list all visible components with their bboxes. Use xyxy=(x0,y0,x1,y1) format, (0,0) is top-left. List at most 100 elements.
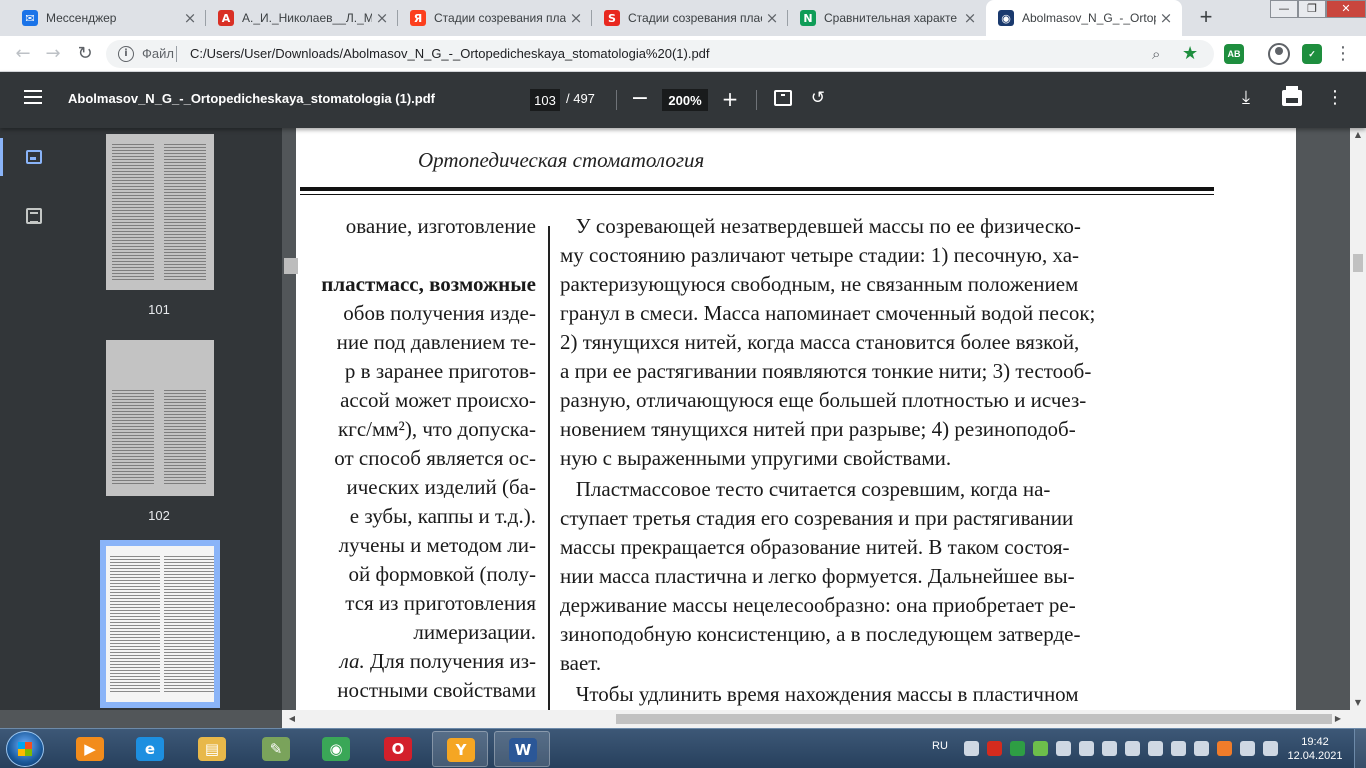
page-number-input[interactable] xyxy=(530,89,560,111)
sidebar-rail xyxy=(0,128,68,710)
word-icon: W xyxy=(509,738,537,762)
taskbar-app[interactable]: Y xyxy=(432,731,488,767)
close-tab-icon[interactable]: × xyxy=(180,9,200,27)
browser-menu-icon[interactable]: ⋮ xyxy=(1334,42,1352,66)
taskbar-app[interactable]: ◉ xyxy=(308,731,364,767)
browser-tab[interactable]: Я Стадии созревания плас × xyxy=(398,0,592,36)
tray-icon[interactable] xyxy=(1033,741,1048,756)
close-tab-icon[interactable]: × xyxy=(372,9,392,27)
browser-tab[interactable]: S Стадии созревания плас × xyxy=(592,0,788,36)
tab-title: Abolmasov_N_G_-_Ortop xyxy=(1022,11,1156,25)
thumbnails-view-icon[interactable] xyxy=(26,150,42,164)
tray-icon[interactable] xyxy=(1194,741,1209,756)
download-icon[interactable]: ⤓ xyxy=(1242,87,1260,109)
clock[interactable]: 19:42 12.04.2021 xyxy=(1282,735,1348,763)
tray-icon[interactable] xyxy=(964,741,979,756)
document-outline-icon[interactable] xyxy=(26,208,42,224)
back-arrow-icon[interactable]: ← xyxy=(10,41,36,67)
sidebar-scroll-thumb[interactable] xyxy=(284,258,298,274)
taskbar-app[interactable]: W xyxy=(494,731,550,767)
close-window-button[interactable]: ✕ xyxy=(1326,0,1366,18)
rotate-icon[interactable]: ↺ xyxy=(808,88,828,108)
info-icon[interactable]: i xyxy=(118,46,134,62)
shield-check-icon[interactable]: ✓ xyxy=(1302,44,1322,64)
taskbar-app[interactable]: ▶ xyxy=(62,731,118,767)
zoom-in-icon[interactable]: + xyxy=(720,88,740,110)
show-desktop-button[interactable] xyxy=(1354,729,1366,768)
scroll-right-icon[interactable]: ▶ xyxy=(1330,712,1346,726)
zoom-out-icon[interactable]: − xyxy=(630,88,650,110)
zoom-magnifier-icon[interactable]: ⌕ xyxy=(1152,45,1160,63)
tray-icon[interactable] xyxy=(1056,741,1071,756)
tray-icon[interactable] xyxy=(1079,741,1094,756)
scroll-down-icon[interactable]: ▼ xyxy=(1350,696,1366,710)
yandex-icon: Я xyxy=(410,10,426,26)
close-tab-icon[interactable]: × xyxy=(566,9,586,27)
tray-icon[interactable] xyxy=(1010,741,1025,756)
browser-tab[interactable]: A А._И._Николаев__Л._М._Ц× xyxy=(206,0,398,36)
tab-title: А._И._Николаев__Л._М._Ц xyxy=(242,11,372,25)
taskbar-app[interactable]: ✎ xyxy=(248,731,304,767)
tray-icon[interactable] xyxy=(1217,741,1232,756)
reload-icon[interactable]: ↻ xyxy=(72,41,98,67)
thumbnail-label: 102 xyxy=(148,508,170,523)
vertical-scroll-thumb[interactable] xyxy=(1353,254,1363,272)
right-column-line: вает. xyxy=(560,651,602,675)
messenger-icon: ✉ xyxy=(22,10,38,26)
left-column-line: обов получения изде- xyxy=(343,301,536,325)
zoom-input[interactable] xyxy=(662,89,708,111)
close-tab-icon[interactable]: × xyxy=(960,9,980,27)
fit-to-page-icon[interactable] xyxy=(774,90,792,106)
tray-icon[interactable] xyxy=(1240,741,1255,756)
browser-tab[interactable]: ✉ Мессенджер × xyxy=(10,0,206,36)
more-actions-icon[interactable]: ⋮ xyxy=(1326,87,1344,109)
close-tab-icon[interactable]: × xyxy=(1156,9,1176,27)
omnibox[interactable]: i Файл C:/Users/User/Downloads/Abolmasov… xyxy=(106,40,1214,68)
sidebar-menu-icon[interactable] xyxy=(24,90,42,106)
pdf-page: Ортопедическая стоматология ование, изго… xyxy=(296,128,1296,710)
right-column-line: 2) тянущихся нитей, когда масса становит… xyxy=(560,330,1080,354)
tray-icon[interactable] xyxy=(987,741,1002,756)
scroll-left-icon[interactable]: ◀ xyxy=(284,712,300,726)
taskbar-app[interactable]: O xyxy=(370,731,426,767)
horizontal-scroll-thumb[interactable] xyxy=(616,714,1332,724)
bookmark-star-icon[interactable]: ★ xyxy=(1182,43,1198,64)
start-button[interactable] xyxy=(6,731,44,767)
print-icon[interactable] xyxy=(1282,86,1302,106)
thumbnail-image[interactable] xyxy=(106,340,214,496)
thumbnail-image-selected[interactable] xyxy=(100,540,220,708)
left-column-line: ой формовкой (полу- xyxy=(348,562,536,586)
yandex-browser-icon: Y xyxy=(447,738,475,762)
tray-icon[interactable] xyxy=(1148,741,1163,756)
left-column-line: кгс/мм²), что допуска- xyxy=(338,417,536,441)
horizontal-scrollbar[interactable]: ◀ ▶ xyxy=(282,710,1366,728)
vertical-scrollbar[interactable]: ▲ ▼ xyxy=(1350,128,1366,710)
tray-icon[interactable] xyxy=(1125,741,1140,756)
restore-button[interactable]: ❐ xyxy=(1298,0,1326,18)
language-indicator[interactable]: RU xyxy=(932,740,948,752)
browser-tab[interactable]: ◉ Abolmasov_N_G_-_Ortop × xyxy=(986,0,1182,36)
pdf-viewport[interactable]: Ортопедическая стоматология ование, изго… xyxy=(282,128,1350,710)
url-text[interactable]: C:/Users/User/Downloads/Abolmasov_N_G_-_… xyxy=(190,46,710,61)
tray-icon[interactable] xyxy=(1263,741,1278,756)
left-column-line: е зубы, каппы и т.д.). xyxy=(349,504,536,528)
left-column-line: от способ является ос- xyxy=(334,446,536,470)
header-rule xyxy=(300,187,1214,191)
taskbar-app[interactable]: ▤ xyxy=(184,731,240,767)
new-tab-button[interactable]: + xyxy=(1194,6,1218,30)
adblock-icon[interactable]: AB xyxy=(1224,44,1244,64)
scroll-up-icon[interactable]: ▲ xyxy=(1350,128,1366,142)
thumbnail-image[interactable] xyxy=(106,134,214,290)
profile-avatar-icon[interactable] xyxy=(1268,43,1290,65)
minimize-button[interactable]: — xyxy=(1270,0,1298,18)
taskbar-app[interactable]: e xyxy=(122,731,178,767)
paint-icon: ✎ xyxy=(262,737,290,761)
left-column-line: р в заранее приготов- xyxy=(344,359,536,383)
browser-tab[interactable]: N Сравнительная характе × xyxy=(788,0,986,36)
tray-icon[interactable] xyxy=(1102,741,1117,756)
close-tab-icon[interactable]: × xyxy=(762,9,782,27)
media-player-icon: ▶ xyxy=(76,737,104,761)
right-column-line: держивание массы нецелесообразно: она пр… xyxy=(560,593,1076,617)
forward-arrow-icon[interactable]: → xyxy=(40,41,66,67)
tray-icon[interactable] xyxy=(1171,741,1186,756)
